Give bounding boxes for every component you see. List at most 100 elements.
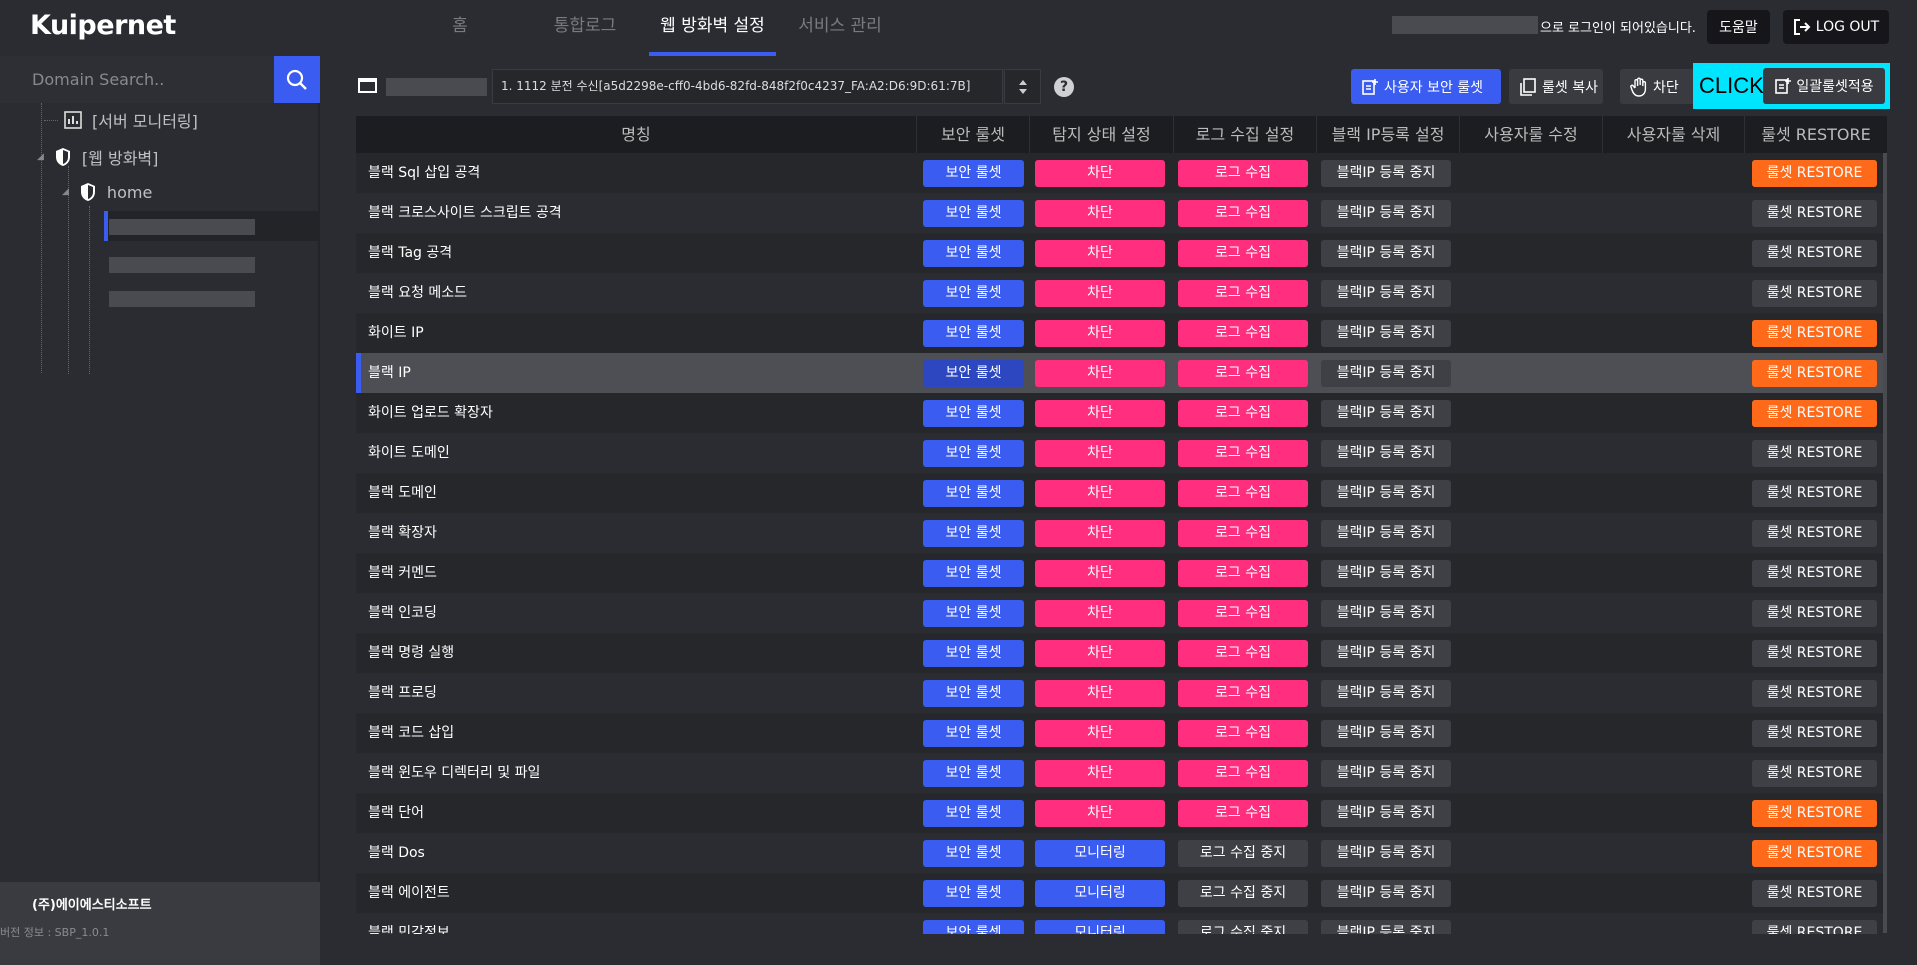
security-ruleset-button[interactable]: 보안 룰셋 xyxy=(923,680,1024,707)
table-row[interactable]: 블랙 에이전트 보안 룰셋 모니터링 로그 수집 중지 블랙IP 등록 중지 룰셋 RES… xyxy=(356,873,1887,913)
table-scrollbar[interactable] xyxy=(1883,153,1887,933)
log-collect-button[interactable]: 로그 수집 xyxy=(1178,520,1308,547)
table-row[interactable]: 블랙 Tag 공격 보안 룰셋 차단 로그 수집 블랙IP 등록 중지 룰셋 RESTOR… xyxy=(356,233,1887,273)
ruleset-restore-button[interactable]: 룰셋 RESTORE xyxy=(1752,760,1877,787)
detect-status-button[interactable]: 모니터링 xyxy=(1035,880,1165,907)
security-ruleset-button[interactable]: 보안 룰셋 xyxy=(923,480,1024,507)
security-ruleset-button[interactable]: 보안 룰셋 xyxy=(923,880,1024,907)
table-row[interactable]: 블랙 윈도우 디렉터리 및 파일 보안 룰셋 차단 로그 수집 블랙IP 등록 중지 룰셋… xyxy=(356,753,1887,793)
table-row[interactable]: 블랙 IP 보안 룰셋 차단 로그 수집 블랙IP 등록 중지 룰셋 RESTORE xyxy=(356,353,1887,393)
log-collect-button[interactable]: 로그 수집 xyxy=(1178,560,1308,587)
bulk-apply-ruleset-button[interactable]: 일괄룰셋적용 xyxy=(1763,68,1885,104)
table-row[interactable]: 블랙 코드 삽입 보안 룰셋 차단 로그 수집 블랙IP 등록 중지 룰셋 RESTORE xyxy=(356,713,1887,753)
detect-status-button[interactable]: 차단 xyxy=(1035,240,1165,267)
table-row[interactable]: 블랙 단어 보안 룰셋 차단 로그 수집 블랙IP 등록 중지 룰셋 RESTORE xyxy=(356,793,1887,833)
table-row[interactable]: 화이트 도메인 보안 룰셋 차단 로그 수집 블랙IP 등록 중지 룰셋 RESTORE xyxy=(356,433,1887,473)
policy-select[interactable]: 1. 1112 분전 수신[a5d2298e-cff0-4bd6-82fd-84… xyxy=(492,69,1003,104)
black-ip-button[interactable]: 블랙IP 등록 중지 xyxy=(1321,280,1451,307)
detect-status-button[interactable]: 차단 xyxy=(1035,640,1165,667)
detect-status-button[interactable]: 차단 xyxy=(1035,520,1165,547)
ruleset-restore-button[interactable]: 룰셋 RESTORE xyxy=(1752,680,1877,707)
ruleset-restore-button[interactable]: 룰셋 RESTORE xyxy=(1752,600,1877,627)
ruleset-restore-button[interactable]: 룰셋 RESTORE xyxy=(1752,160,1877,187)
ruleset-restore-button[interactable]: 룰셋 RESTORE xyxy=(1752,280,1877,307)
nav-home[interactable]: 홈 xyxy=(420,0,500,56)
ruleset-restore-button[interactable]: 룰셋 RESTORE xyxy=(1752,640,1877,667)
detect-status-button[interactable]: 차단 xyxy=(1035,760,1165,787)
ruleset-restore-button[interactable]: 룰셋 RESTORE xyxy=(1752,880,1877,907)
log-collect-button[interactable]: 로그 수집 xyxy=(1178,240,1308,267)
table-row[interactable]: 블랙 확장자 보안 룰셋 차단 로그 수집 블랙IP 등록 중지 룰셋 RESTORE xyxy=(356,513,1887,553)
black-ip-button[interactable]: 블랙IP 등록 중지 xyxy=(1321,560,1451,587)
domain-redacted[interactable] xyxy=(109,291,255,307)
black-ip-button[interactable]: 블랙IP 등록 중지 xyxy=(1321,800,1451,827)
security-ruleset-button[interactable]: 보안 룰셋 xyxy=(923,560,1024,587)
nav-service-management[interactable]: 서비스 관리 xyxy=(790,0,890,56)
log-collect-button[interactable]: 로그 수집 xyxy=(1178,480,1308,507)
log-collect-button[interactable]: 로그 수집 xyxy=(1178,200,1308,227)
black-ip-button[interactable]: 블랙IP 등록 중지 xyxy=(1321,320,1451,347)
log-collect-button[interactable]: 로그 수집 xyxy=(1178,360,1308,387)
log-collect-button[interactable]: 로그 수집 xyxy=(1178,600,1308,627)
security-ruleset-button[interactable]: 보안 룰셋 xyxy=(923,760,1024,787)
nav-integrated-log[interactable]: 통합로그 xyxy=(545,0,625,56)
black-ip-button[interactable]: 블랙IP 등록 중지 xyxy=(1321,240,1451,267)
security-ruleset-button[interactable]: 보안 룰셋 xyxy=(923,600,1024,627)
table-row[interactable]: 화이트 IP 보안 룰셋 차단 로그 수집 블랙IP 등록 중지 룰셋 RESTORE xyxy=(356,313,1887,353)
tree-item-home[interactable]: ◢ home xyxy=(62,182,152,202)
security-ruleset-button[interactable]: 보안 룰셋 xyxy=(923,440,1024,467)
ruleset-restore-button[interactable]: 룰셋 RESTORE xyxy=(1752,840,1877,867)
detect-status-button[interactable]: 모니터링 xyxy=(1035,920,1165,934)
security-ruleset-button[interactable]: 보안 룰셋 xyxy=(923,320,1024,347)
user-ruleset-button[interactable]: 사용자 보안 룰셋 xyxy=(1351,69,1501,104)
table-row[interactable]: 블랙 인코딩 보안 룰셋 차단 로그 수집 블랙IP 등록 중지 룰셋 RESTORE xyxy=(356,593,1887,633)
help-icon[interactable]: ? xyxy=(1054,77,1074,97)
detect-status-button[interactable]: 모니터링 xyxy=(1035,840,1165,867)
nav-waf-settings[interactable]: 웹 방화벽 설정 xyxy=(649,0,776,56)
black-ip-button[interactable]: 블랙IP 등록 중지 xyxy=(1321,440,1451,467)
table-row[interactable]: 블랙 도메인 보안 룰셋 차단 로그 수집 블랙IP 등록 중지 룰셋 RESTORE xyxy=(356,473,1887,513)
log-collect-button[interactable]: 로그 수집 xyxy=(1178,800,1308,827)
table-row[interactable]: 블랙 요청 메소드 보안 룰셋 차단 로그 수집 블랙IP 등록 중지 룰셋 RESTOR… xyxy=(356,273,1887,313)
detect-status-button[interactable]: 차단 xyxy=(1035,360,1165,387)
log-collect-button[interactable]: 로그 수집 xyxy=(1178,280,1308,307)
security-ruleset-button[interactable]: 보안 룰셋 xyxy=(923,520,1024,547)
search-button[interactable] xyxy=(274,56,320,103)
log-collect-button[interactable]: 로그 수집 xyxy=(1178,760,1308,787)
ruleset-restore-button[interactable]: 룰셋 RESTORE xyxy=(1752,560,1877,587)
tree-item-waf[interactable]: ◢ [웹 방화벽] xyxy=(37,145,158,169)
detect-status-button[interactable]: 차단 xyxy=(1035,320,1165,347)
log-collect-button[interactable]: 로그 수집 xyxy=(1178,680,1308,707)
black-ip-button[interactable]: 블랙IP 등록 중지 xyxy=(1321,720,1451,747)
detect-status-button[interactable]: 차단 xyxy=(1035,160,1165,187)
black-ip-button[interactable]: 블랙IP 등록 중지 xyxy=(1321,640,1451,667)
log-collect-button[interactable]: 로그 수집 중지 xyxy=(1178,840,1308,867)
detect-status-button[interactable]: 차단 xyxy=(1035,400,1165,427)
help-button[interactable]: 도움말 xyxy=(1707,10,1770,44)
black-ip-button[interactable]: 블랙IP 등록 중지 xyxy=(1321,160,1451,187)
security-ruleset-button[interactable]: 보안 룰셋 xyxy=(923,400,1024,427)
black-ip-button[interactable]: 블랙IP 등록 중지 xyxy=(1321,880,1451,907)
log-collect-button[interactable]: 로그 수집 xyxy=(1178,320,1308,347)
ruleset-restore-button[interactable]: 룰셋 RESTORE xyxy=(1752,720,1877,747)
domain-redacted[interactable] xyxy=(109,257,255,273)
copy-ruleset-button[interactable]: 룰셋 복사 xyxy=(1509,69,1603,104)
detect-status-button[interactable]: 차단 xyxy=(1035,280,1165,307)
ruleset-restore-button[interactable]: 룰셋 RESTORE xyxy=(1752,320,1877,347)
detect-status-button[interactable]: 차단 xyxy=(1035,800,1165,827)
table-row[interactable]: 블랙 프로딩 보안 룰셋 차단 로그 수집 블랙IP 등록 중지 룰셋 RESTORE xyxy=(356,673,1887,713)
table-row[interactable]: 블랙 크로스사이트 스크립트 공격 보안 룰셋 차단 로그 수집 블랙IP 등록 중지 룰… xyxy=(356,193,1887,233)
ruleset-restore-button[interactable]: 룰셋 RESTORE xyxy=(1752,480,1877,507)
detect-status-button[interactable]: 차단 xyxy=(1035,480,1165,507)
table-row[interactable]: 화이트 업로드 확장자 보안 룰셋 차단 로그 수집 블랙IP 등록 중지 룰셋 REST… xyxy=(356,393,1887,433)
log-collect-button[interactable]: 로그 수집 중지 xyxy=(1178,880,1308,907)
black-ip-button[interactable]: 블랙IP 등록 중지 xyxy=(1321,920,1451,934)
security-ruleset-button[interactable]: 보안 룰셋 xyxy=(923,920,1024,934)
ruleset-restore-button[interactable]: 룰셋 RESTORE xyxy=(1752,800,1877,827)
detect-status-button[interactable]: 차단 xyxy=(1035,600,1165,627)
ruleset-restore-button[interactable]: 룰셋 RESTORE xyxy=(1752,200,1877,227)
security-ruleset-button[interactable]: 보안 룰셋 xyxy=(923,200,1024,227)
log-collect-button[interactable]: 로그 수집 xyxy=(1178,640,1308,667)
table-row[interactable]: 블랙 민감정보 보안 룰셋 모니터링 로그 수집 중지 블랙IP 등록 중지 룰셋 RES… xyxy=(356,913,1887,934)
log-collect-button[interactable]: 로그 수집 xyxy=(1178,440,1308,467)
